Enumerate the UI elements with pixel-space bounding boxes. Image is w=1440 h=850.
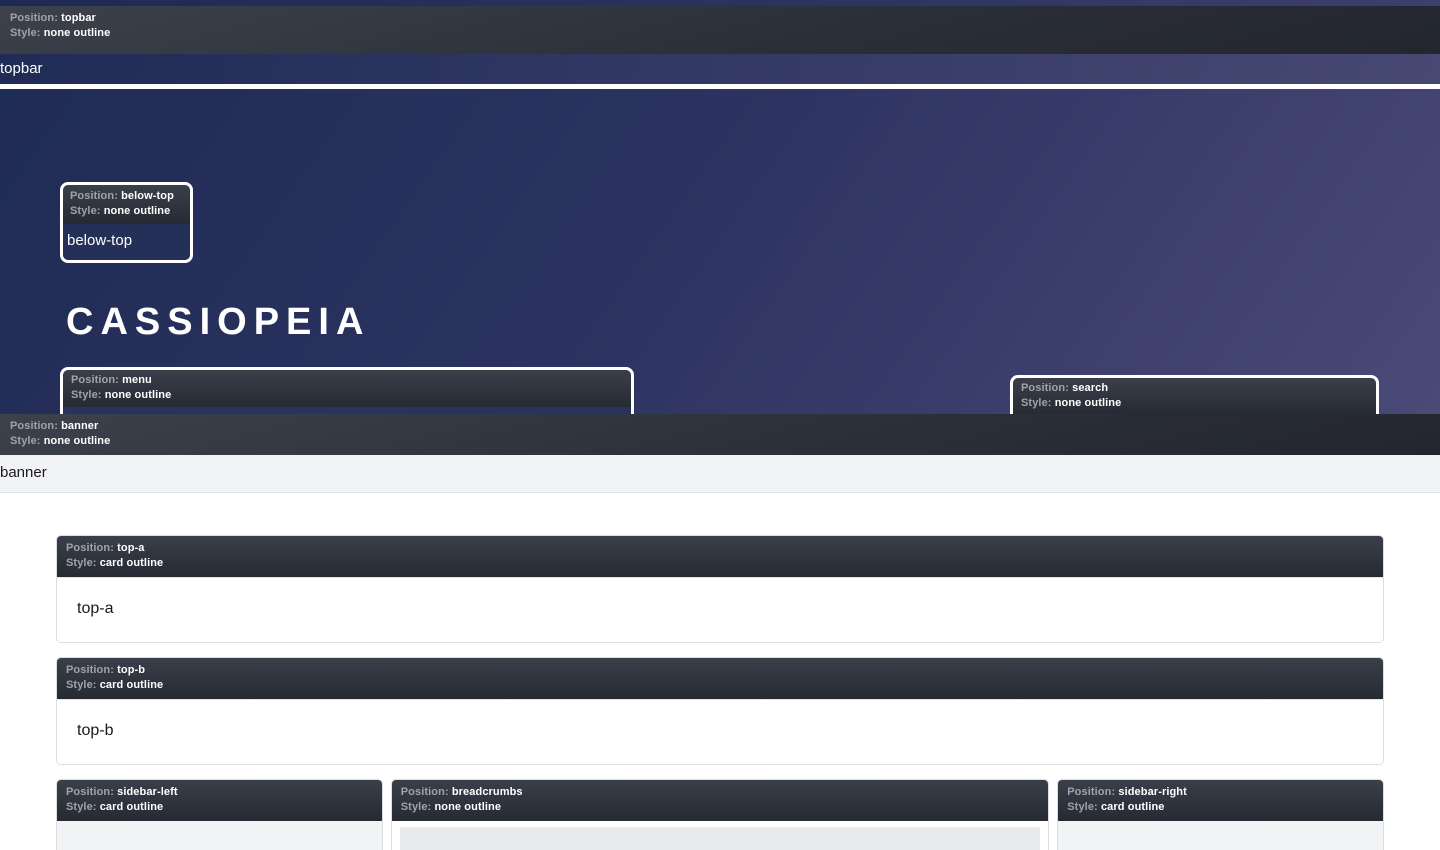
position-key-label: Position: bbox=[10, 420, 58, 432]
style-key-label: Style: bbox=[401, 801, 432, 813]
banner-debug-badge: Position: banner Style: none outline bbox=[0, 414, 1440, 455]
position-key-label: Position: bbox=[66, 786, 114, 798]
top-b-style-value: card outline bbox=[100, 679, 164, 691]
position-key-label: Position: bbox=[1021, 382, 1069, 394]
site-header: Position: below-top Style: none outline … bbox=[0, 89, 1440, 414]
below-top-content-label: below-top bbox=[63, 224, 190, 260]
menu-position-value: menu bbox=[122, 374, 152, 386]
position-key-label: Position: bbox=[66, 542, 114, 554]
topbar-debug-badge: Position: topbar Style: none outline bbox=[0, 6, 1440, 54]
site-brand-logo[interactable]: CASSIOPEIA bbox=[66, 299, 370, 345]
module-top-b: Position: top-b Style: card outline top-… bbox=[56, 657, 1384, 765]
sidebar-right-style-value: card outline bbox=[1101, 801, 1165, 813]
position-key-label: Position: bbox=[1067, 786, 1115, 798]
position-key-label: Position: bbox=[401, 786, 449, 798]
below-top-style-value: none outline bbox=[104, 205, 171, 217]
topbar-content-label: topbar bbox=[0, 54, 1440, 84]
sidebar-right-body bbox=[1058, 821, 1383, 850]
breadcrumbs-debug-badge: Position: breadcrumbs Style: none outlin… bbox=[392, 780, 1049, 821]
style-key-label: Style: bbox=[71, 389, 102, 401]
sidebar-right-position-value: sidebar-right bbox=[1118, 786, 1187, 798]
module-top-a: Position: top-a Style: card outline top-… bbox=[56, 535, 1384, 643]
banner-region: Position: banner Style: none outline ban… bbox=[0, 414, 1440, 493]
search-debug-badge: Position: search Style: none outline bbox=[1013, 378, 1376, 414]
topbar-style-value: none outline bbox=[44, 27, 111, 39]
main-content: Position: top-a Style: card outline top-… bbox=[0, 493, 1440, 850]
breadcrumbs-body bbox=[400, 827, 1041, 850]
position-key-label: Position: bbox=[10, 12, 58, 24]
style-key-label: Style: bbox=[1067, 801, 1098, 813]
style-key-label: Style: bbox=[70, 205, 101, 217]
top-a-style-value: card outline bbox=[100, 557, 164, 569]
banner-content-label: banner bbox=[0, 455, 1440, 493]
menu-style-value: none outline bbox=[105, 389, 172, 401]
search-module: Position: search Style: none outline Sea… bbox=[1013, 378, 1376, 414]
module-breadcrumbs: Position: breadcrumbs Style: none outlin… bbox=[391, 779, 1050, 850]
top-b-content-label: top-b bbox=[57, 699, 1383, 764]
position-key-label: Position: bbox=[71, 374, 119, 386]
topbar-position-value: topbar bbox=[61, 12, 96, 24]
menu-debug-badge: Position: menu Style: none outline bbox=[63, 370, 631, 407]
main-navigation: Blog Help Login Sample Layouts Typograph… bbox=[63, 407, 631, 414]
top-b-position-value: top-b bbox=[117, 664, 145, 676]
menu-module: Position: menu Style: none outline Blog … bbox=[63, 370, 631, 414]
banner-style-value: none outline bbox=[44, 435, 111, 447]
style-key-label: Style: bbox=[66, 801, 97, 813]
sidebar-left-debug-badge: Position: sidebar-left Style: card outli… bbox=[57, 780, 382, 821]
breadcrumbs-style-value: none outline bbox=[434, 801, 501, 813]
sidebar-right-debug-badge: Position: sidebar-right Style: card outl… bbox=[1058, 780, 1383, 821]
position-key-label: Position: bbox=[70, 190, 118, 202]
position-key-label: Position: bbox=[66, 664, 114, 676]
sidebar-left-body bbox=[57, 821, 382, 850]
style-key-label: Style: bbox=[66, 679, 97, 691]
below-top-position-value: below-top bbox=[121, 190, 174, 202]
top-a-debug-badge: Position: top-a Style: card outline bbox=[57, 536, 1383, 577]
top-a-position-value: top-a bbox=[117, 542, 144, 554]
banner-position-value: banner bbox=[61, 420, 98, 432]
below-top-module: Position: below-top Style: none outline … bbox=[63, 185, 190, 260]
below-top-debug-badge: Position: below-top Style: none outline bbox=[63, 185, 190, 224]
style-key-label: Style: bbox=[10, 435, 41, 447]
top-b-debug-badge: Position: top-b Style: card outline bbox=[57, 658, 1383, 699]
style-key-label: Style: bbox=[66, 557, 97, 569]
top-a-content-label: top-a bbox=[57, 577, 1383, 642]
sidebar-left-position-value: sidebar-left bbox=[117, 786, 178, 798]
style-key-label: Style: bbox=[10, 27, 41, 39]
search-position-value: search bbox=[1072, 382, 1108, 394]
topbar-region: Position: topbar Style: none outline bbox=[0, 6, 1440, 54]
style-key-label: Style: bbox=[1021, 397, 1052, 409]
breadcrumbs-position-value: breadcrumbs bbox=[452, 786, 523, 798]
three-column-row: Position: sidebar-left Style: card outli… bbox=[56, 779, 1384, 850]
sidebar-left-style-value: card outline bbox=[100, 801, 164, 813]
search-style-value: none outline bbox=[1055, 397, 1122, 409]
module-sidebar-left: Position: sidebar-left Style: card outli… bbox=[56, 779, 383, 850]
module-sidebar-right: Position: sidebar-right Style: card outl… bbox=[1057, 779, 1384, 850]
